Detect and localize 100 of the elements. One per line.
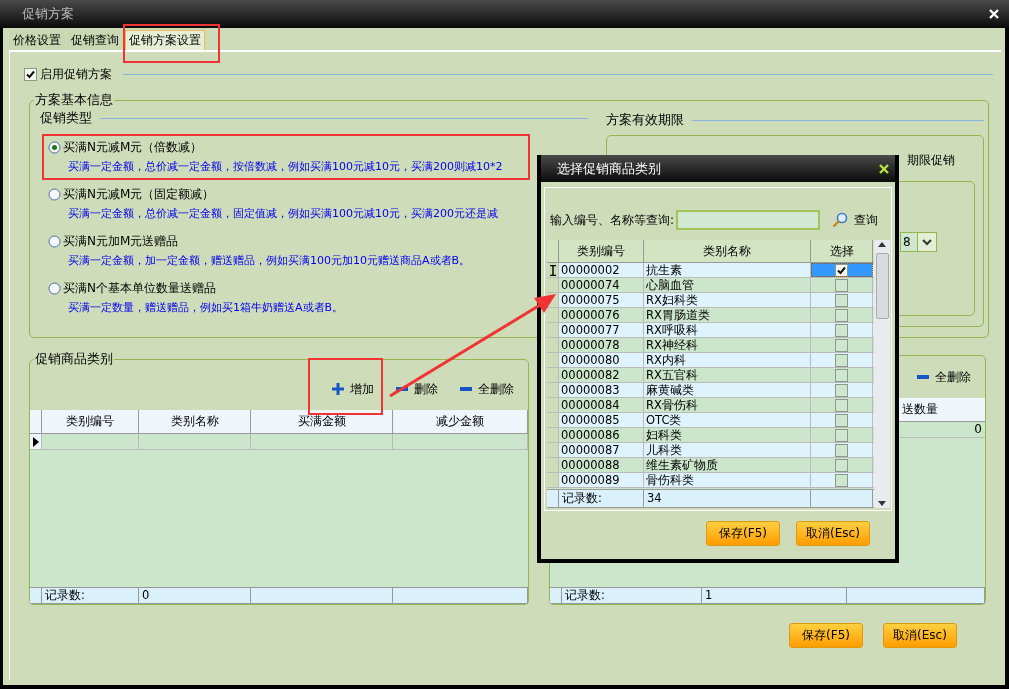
- checkbox[interactable]: [835, 263, 848, 277]
- table-cell: 00000080: [559, 353, 644, 367]
- record-count: 1: [702, 588, 847, 603]
- search-label: 输入编号、名称等查询:: [550, 211, 675, 229]
- radio-label: 买满N元减M元（倍数减）: [63, 139, 203, 156]
- table-cell: 麻黄碱类: [644, 383, 811, 397]
- group-title: 促销商品类别: [34, 350, 114, 368]
- record-count-label: 记录数:: [559, 490, 644, 507]
- checkbox[interactable]: [835, 428, 848, 442]
- checkbox[interactable]: [835, 308, 848, 322]
- dialog-button[interactable]: 保存(F5): [706, 521, 780, 546]
- checkbox[interactable]: [835, 458, 848, 472]
- table-cell: 00000076: [559, 308, 644, 322]
- table-row[interactable]: 00000082 RX五官科: [547, 368, 874, 383]
- table-cell: OTC类: [644, 413, 811, 427]
- tab[interactable]: 促销查询: [67, 30, 123, 50]
- row-header[interactable]: [547, 263, 559, 277]
- checkbox[interactable]: [835, 398, 848, 412]
- table-cell: 骨伤科类: [644, 473, 811, 487]
- checkbox[interactable]: [835, 293, 848, 307]
- record-count: 0: [139, 588, 251, 603]
- column-header: 类别编号: [42, 410, 139, 433]
- table-row[interactable]: 00000075 RX妇科类: [547, 293, 874, 308]
- dropdown[interactable]: 8: [900, 232, 937, 252]
- table-row[interactable]: 00000086 妇科类: [547, 428, 874, 443]
- table-cell: RX神经科: [644, 338, 811, 352]
- tab[interactable]: 价格设置: [9, 30, 65, 50]
- table-cell: RX胃肠道类: [644, 308, 811, 322]
- tab[interactable]: 促销方案设置: [125, 30, 205, 50]
- checkbox[interactable]: [835, 473, 848, 487]
- dialog-button[interactable]: 取消(Esc): [796, 521, 870, 546]
- plus-icon: [332, 383, 344, 395]
- close-icon[interactable]: [879, 163, 889, 174]
- table-row[interactable]: 00000088 维生素矿物质: [547, 458, 874, 473]
- radio-button[interactable]: [48, 282, 61, 295]
- table-cell: 00000075: [559, 293, 644, 307]
- checkbox[interactable]: [24, 68, 37, 81]
- option-description: 买满一定金额，总价减一定金额，固定值减，例如买满100元减10元，买满200元还是减: [68, 206, 498, 221]
- table-cell: 00000077: [559, 323, 644, 337]
- search-field[interactable]: [676, 210, 821, 230]
- table-row[interactable]: 00000083 麻黄碱类: [547, 383, 874, 398]
- radio-button[interactable]: [48, 188, 61, 201]
- scroll-thumb[interactable]: [875, 253, 889, 319]
- checkbox-label: 启用促销方案: [40, 66, 112, 83]
- checkbox[interactable]: [835, 368, 848, 382]
- section-title: 促销类型: [40, 109, 92, 127]
- checkbox[interactable]: [835, 278, 848, 292]
- table-row[interactable]: 00000078 RX神经科: [547, 338, 874, 353]
- radio-label: 期限促销: [907, 152, 955, 169]
- checkbox[interactable]: [835, 353, 848, 367]
- table-row[interactable]: 00000002 抗生素: [547, 263, 874, 278]
- checkbox[interactable]: [835, 323, 848, 337]
- scroll-down-icon[interactable]: [878, 501, 886, 506]
- radio-label: 买满N个基本单位数量送赠品: [63, 280, 216, 297]
- radio-label: 买满N元加M元送赠品: [63, 233, 179, 250]
- radio-label: 买满N元减M元（固定额减）: [63, 186, 215, 203]
- table-row[interactable]: 00000077 RX呼吸科: [547, 323, 874, 338]
- column-header: 类别编号: [559, 240, 644, 262]
- toolbar-button[interactable]: 全删除: [460, 380, 514, 398]
- toolbar-button[interactable]: 全删除: [917, 368, 971, 386]
- option-description: 买满一定金额，总价减一定金额，按倍数减，例如买满100元减10元，买满200则减10*2: [68, 159, 503, 174]
- scrollbar[interactable]: [874, 240, 890, 508]
- checkbox[interactable]: [835, 338, 848, 352]
- search-icon: [832, 212, 849, 228]
- dialog-button[interactable]: 保存(F5): [789, 623, 863, 648]
- checkbox[interactable]: [835, 413, 848, 427]
- table-row[interactable]: 00000074 心脑血管: [547, 278, 874, 293]
- table-row[interactable]: 00000080 RX内科: [547, 353, 874, 368]
- table-row[interactable]: 00000087 儿科类: [547, 443, 874, 458]
- search-button[interactable]: 查询: [832, 211, 879, 229]
- dialog-button[interactable]: 取消(Esc): [883, 623, 957, 648]
- minus-icon: [396, 387, 408, 391]
- text-cursor-icon: [549, 264, 556, 276]
- dialog-title: 选择促销商品类别: [557, 159, 661, 178]
- table-row[interactable]: 00000089 骨伤科类: [547, 473, 874, 488]
- minus-icon: [460, 387, 472, 391]
- minus-icon: [917, 375, 929, 379]
- row-pointer-icon: [32, 436, 39, 447]
- table-cell: RX骨伤科: [644, 398, 811, 412]
- table-cell: 维生素矿物质: [644, 458, 811, 472]
- table-row[interactable]: 00000076 RX胃肠道类: [547, 308, 874, 323]
- option-description: 买满一定金额，加一定金额，赠送赠品，例如买满100元加10元赠送商品A或者B。: [68, 253, 471, 268]
- toolbar-button[interactable]: 删除: [396, 380, 438, 398]
- toolbar-button[interactable]: 增加: [332, 380, 374, 398]
- table-cell: 儿科类: [644, 443, 811, 457]
- table-cell: 00000082: [559, 368, 644, 382]
- table-row[interactable]: 00000084 RX骨伤科: [547, 398, 874, 413]
- table-cell: 00000089: [559, 473, 644, 487]
- table-cell: 妇科类: [644, 428, 811, 442]
- section-title: 方案有效期限: [606, 111, 684, 129]
- table-row[interactable]: 00000085 OTC类: [547, 413, 874, 428]
- radio-button[interactable]: [48, 235, 61, 248]
- radio-button[interactable]: [48, 141, 61, 154]
- checkbox[interactable]: [835, 383, 848, 397]
- scroll-up-icon[interactable]: [878, 242, 886, 247]
- table-cell: RX妇科类: [644, 293, 811, 307]
- column-header: 送数量: [901, 401, 939, 418]
- table-cell: 00000085: [559, 413, 644, 427]
- column-header: 买满金额: [251, 410, 393, 433]
- checkbox[interactable]: [835, 443, 848, 457]
